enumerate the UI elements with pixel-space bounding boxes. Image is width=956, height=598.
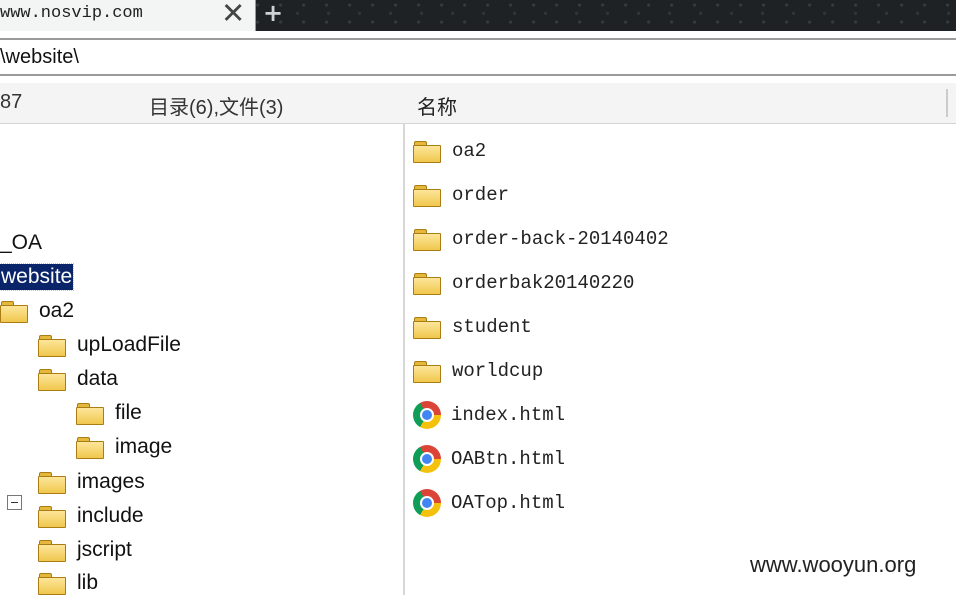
- chrome-icon: [413, 401, 441, 429]
- folder-icon: [413, 184, 441, 207]
- file-name: student: [452, 316, 532, 338]
- tree-node-images[interactable]: images: [38, 467, 145, 497]
- file-name: OATop.html: [451, 492, 566, 514]
- folder-icon: [38, 471, 66, 494]
- directory-summary: 目录(6),文件(3): [149, 97, 284, 119]
- folder-icon: [413, 228, 441, 251]
- tree-node-label: _OA: [0, 231, 43, 254]
- file-list: oa2 order order-back-20140402 orderbak20…: [405, 123, 956, 595]
- tree-node-jscript[interactable]: jscript: [38, 535, 132, 565]
- tree-node-label: images: [77, 470, 145, 493]
- tree-node-file[interactable]: file: [76, 398, 142, 428]
- file-row-oatop-html[interactable]: OATop.html: [413, 488, 565, 518]
- tree-node-label: lib: [77, 571, 99, 594]
- file-name: orderbak20140220: [452, 272, 635, 294]
- folder-icon: [76, 436, 104, 459]
- folder-icon: [38, 572, 66, 595]
- new-tab-icon[interactable]: +: [263, 0, 283, 27]
- tree-node-oa-root[interactable]: _OA: [0, 228, 42, 258]
- folder-icon: [38, 334, 66, 357]
- tree-node-website[interactable]: website: [0, 262, 75, 292]
- column-header-name[interactable]: 名称: [417, 91, 457, 120]
- file-row-index-html[interactable]: index.html: [413, 400, 565, 430]
- file-row-student[interactable]: student: [413, 312, 532, 342]
- file-row-oabtn-html[interactable]: OABtn.html: [413, 444, 565, 474]
- tree-node-label: oa2: [39, 299, 75, 322]
- tree-node-label: image: [115, 435, 173, 458]
- tree-node-label: jscript: [77, 538, 132, 561]
- folder-tree: _OA website oa2 upLoadFile data file ima…: [0, 123, 403, 595]
- watermark-text: www.wooyun.org: [750, 552, 917, 577]
- folder-icon: [413, 140, 441, 163]
- file-name: order-back-20140402: [452, 228, 669, 250]
- file-name: OABtn.html: [451, 448, 566, 470]
- tree-node-data[interactable]: data: [38, 364, 118, 394]
- folder-icon: [413, 360, 441, 383]
- collapse-toggle-icon[interactable]: [7, 495, 22, 510]
- tree-node-include[interactable]: include: [38, 501, 144, 531]
- folder-icon: [0, 300, 28, 323]
- tree-node-label: upLoadFile: [77, 333, 181, 356]
- tree-node-label: data: [77, 367, 118, 390]
- file-name: index.html: [451, 404, 566, 426]
- file-name: worldcup: [452, 360, 544, 382]
- chrome-icon: [413, 445, 441, 473]
- browser-tab-strip: www.nosvip.com ✕ +: [0, 0, 956, 31]
- folder-open-icon: [38, 368, 66, 391]
- tree-node-lib[interactable]: lib: [38, 568, 98, 598]
- tree-node-label: include: [77, 504, 144, 527]
- path-bar[interactable]: \website\: [0, 38, 956, 76]
- folder-icon: [413, 272, 441, 295]
- file-row-worldcup[interactable]: worldcup: [413, 356, 543, 386]
- item-count: 87: [0, 91, 23, 113]
- list-header: 87 目录(6),文件(3) 名称: [0, 83, 956, 124]
- tree-node-label: website: [0, 263, 75, 291]
- path-input[interactable]: \website\: [0, 46, 79, 69]
- column-separator[interactable]: [946, 89, 948, 117]
- folder-icon: [38, 539, 66, 562]
- file-row-order-back[interactable]: order-back-20140402: [413, 224, 669, 254]
- chrome-icon: [413, 489, 441, 517]
- folder-icon: [38, 505, 66, 528]
- file-row-order[interactable]: order: [413, 180, 509, 210]
- folder-icon: [76, 402, 104, 425]
- tree-node-label: file: [115, 401, 142, 424]
- tree-node-oa2[interactable]: oa2: [0, 296, 74, 326]
- tree-node-image[interactable]: image: [76, 432, 172, 462]
- close-tab-icon[interactable]: ✕: [221, 0, 245, 29]
- folder-icon: [413, 316, 441, 339]
- file-name: oa2: [452, 140, 487, 162]
- file-row-orderbak[interactable]: orderbak20140220: [413, 268, 634, 298]
- tab-title: www.nosvip.com: [0, 4, 143, 23]
- browser-tab[interactable]: www.nosvip.com ✕: [0, 0, 256, 31]
- file-name: order: [452, 184, 510, 206]
- tree-node-uploadfile[interactable]: upLoadFile: [38, 330, 181, 360]
- file-row-oa2[interactable]: oa2: [413, 136, 486, 166]
